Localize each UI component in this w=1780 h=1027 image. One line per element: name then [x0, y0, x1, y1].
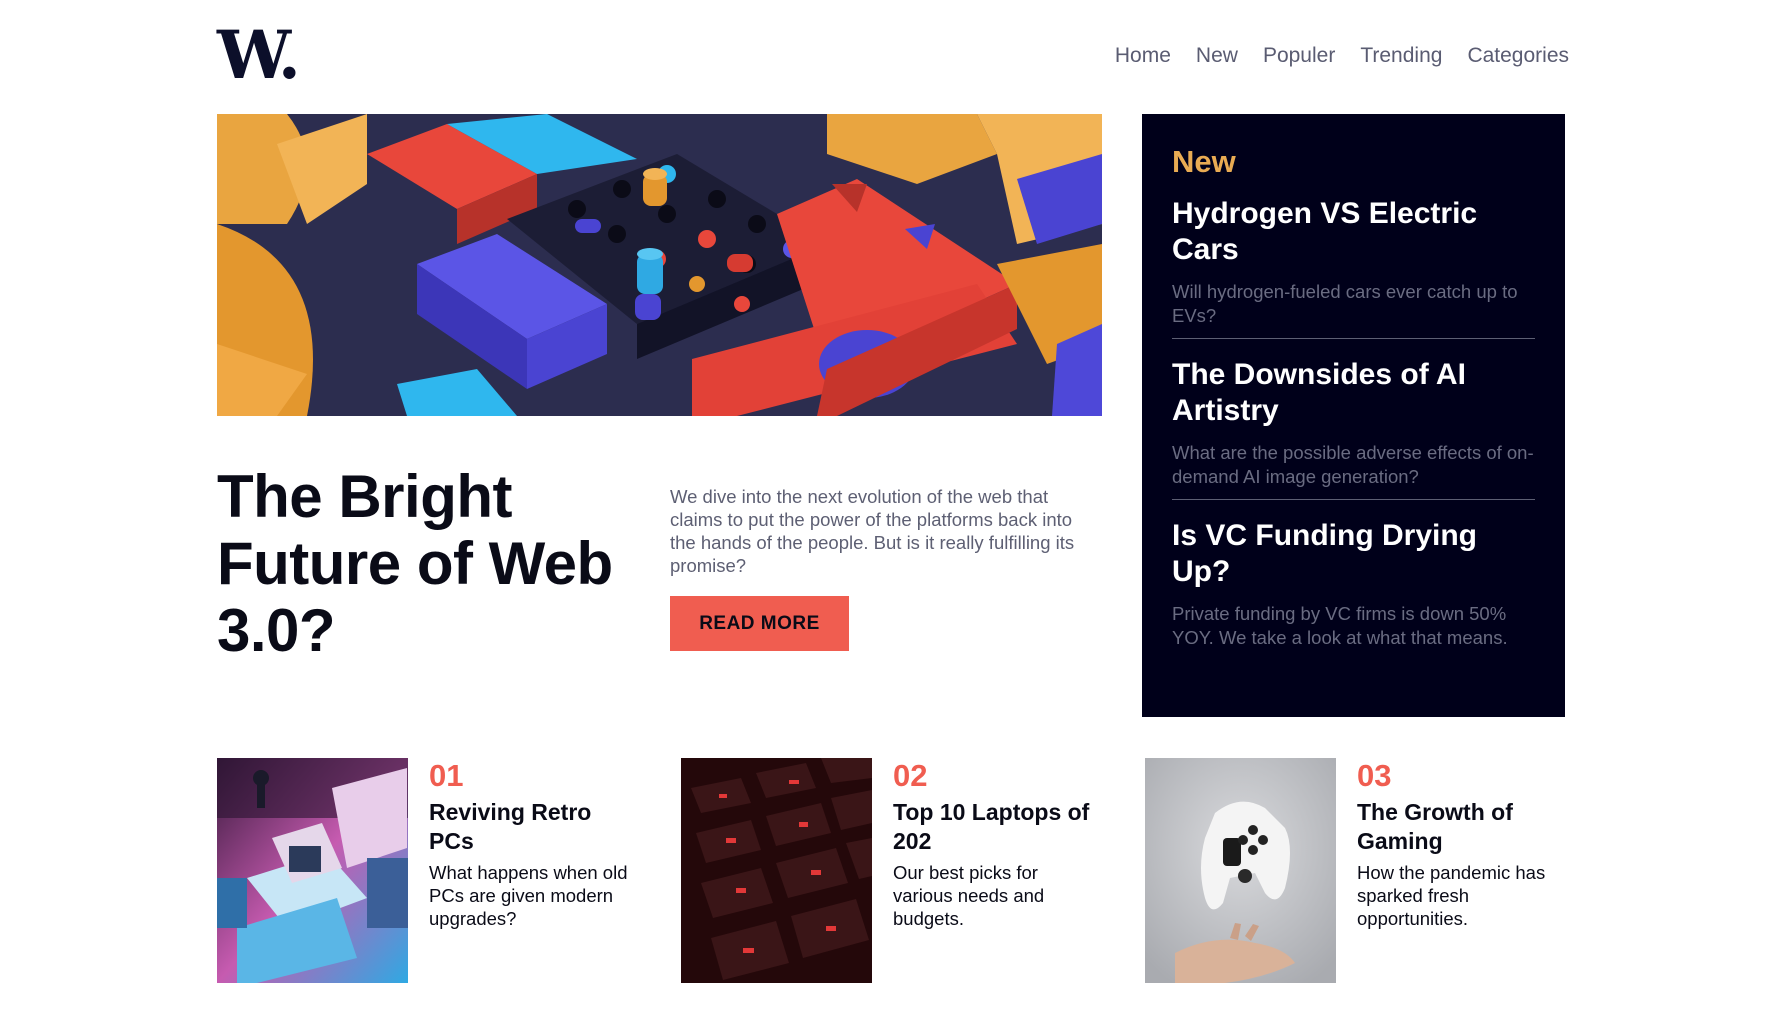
nav-item-populer[interactable]: Populer [1263, 44, 1335, 68]
page: W. Home New Populer Trending Categories [0, 0, 1780, 1027]
article-description: What happens when old PCs are given mode… [429, 862, 628, 929]
site-logo[interactable]: W. [217, 22, 301, 88]
new-article-item: Is VC Funding Drying Up? Private funding… [1172, 518, 1535, 660]
retro-pc-image[interactable] [217, 758, 408, 983]
game-controller-image[interactable] [1145, 758, 1336, 983]
article-number: 03 [1357, 758, 1392, 793]
article-card: 01 Reviving Retro PCs What happens when … [217, 758, 637, 983]
article-title[interactable]: Top 10 Laptops of 202 [893, 798, 1093, 856]
article-card: 02 Top 10 Laptops of 202 Our best picks … [681, 758, 1101, 983]
article-title[interactable]: The Growth of Gaming [1357, 798, 1557, 856]
new-article-item: Hydrogen VS Electric Cars Will hydrogen-… [1172, 196, 1535, 339]
article-card-body: 01 Reviving Retro PCs What happens when … [429, 758, 629, 930]
hero-image [217, 114, 1102, 416]
article-card-body: 03 The Growth of Gaming How the pandemic… [1357, 758, 1557, 930]
nav-item-categories[interactable]: Categories [1467, 44, 1569, 68]
new-article-title[interactable]: The Downsides of AI Artistry [1172, 357, 1535, 429]
article-description: Our best picks for various needs and bud… [893, 862, 1045, 929]
new-article-item: The Downsides of AI Artistry What are th… [1172, 357, 1535, 500]
hero-description: We dive into the next evolution of the w… [670, 486, 1075, 576]
logo-letter: W [217, 16, 281, 94]
hero-title: The Bright Future of Web 3.0? [217, 463, 613, 664]
laptop-keyboard-image[interactable] [681, 758, 872, 983]
new-article-description: Private funding by VC firms is down 50% … [1172, 603, 1508, 648]
logo-dot: . [277, 16, 301, 94]
new-articles-panel: New Hydrogen VS Electric Cars Will hydro… [1142, 114, 1565, 717]
article-number: 02 [893, 758, 928, 793]
article-card: 03 The Growth of Gaming How the pandemic… [1145, 758, 1565, 983]
nav-item-trending[interactable]: Trending [1360, 44, 1442, 68]
new-article-description: What are the possible adverse effects of… [1172, 442, 1534, 487]
new-article-description: Will hydrogen-fueled cars ever catch up … [1172, 281, 1518, 326]
new-article-title[interactable]: Hydrogen VS Electric Cars [1172, 196, 1535, 268]
nav-item-new[interactable]: New [1196, 44, 1238, 68]
article-description: How the pandemic has sparked fresh oppor… [1357, 862, 1546, 929]
new-panel-heading: New [1172, 144, 1236, 179]
new-article-title[interactable]: Is VC Funding Drying Up? [1172, 518, 1535, 590]
article-number: 01 [429, 758, 464, 793]
read-more-button[interactable]: READ MORE [670, 596, 849, 651]
article-title[interactable]: Reviving Retro PCs [429, 798, 629, 856]
article-card-body: 02 Top 10 Laptops of 202 Our best picks … [893, 758, 1093, 930]
main-nav: Home New Populer Trending Categories [1115, 44, 1569, 68]
nav-item-home[interactable]: Home [1115, 44, 1171, 68]
